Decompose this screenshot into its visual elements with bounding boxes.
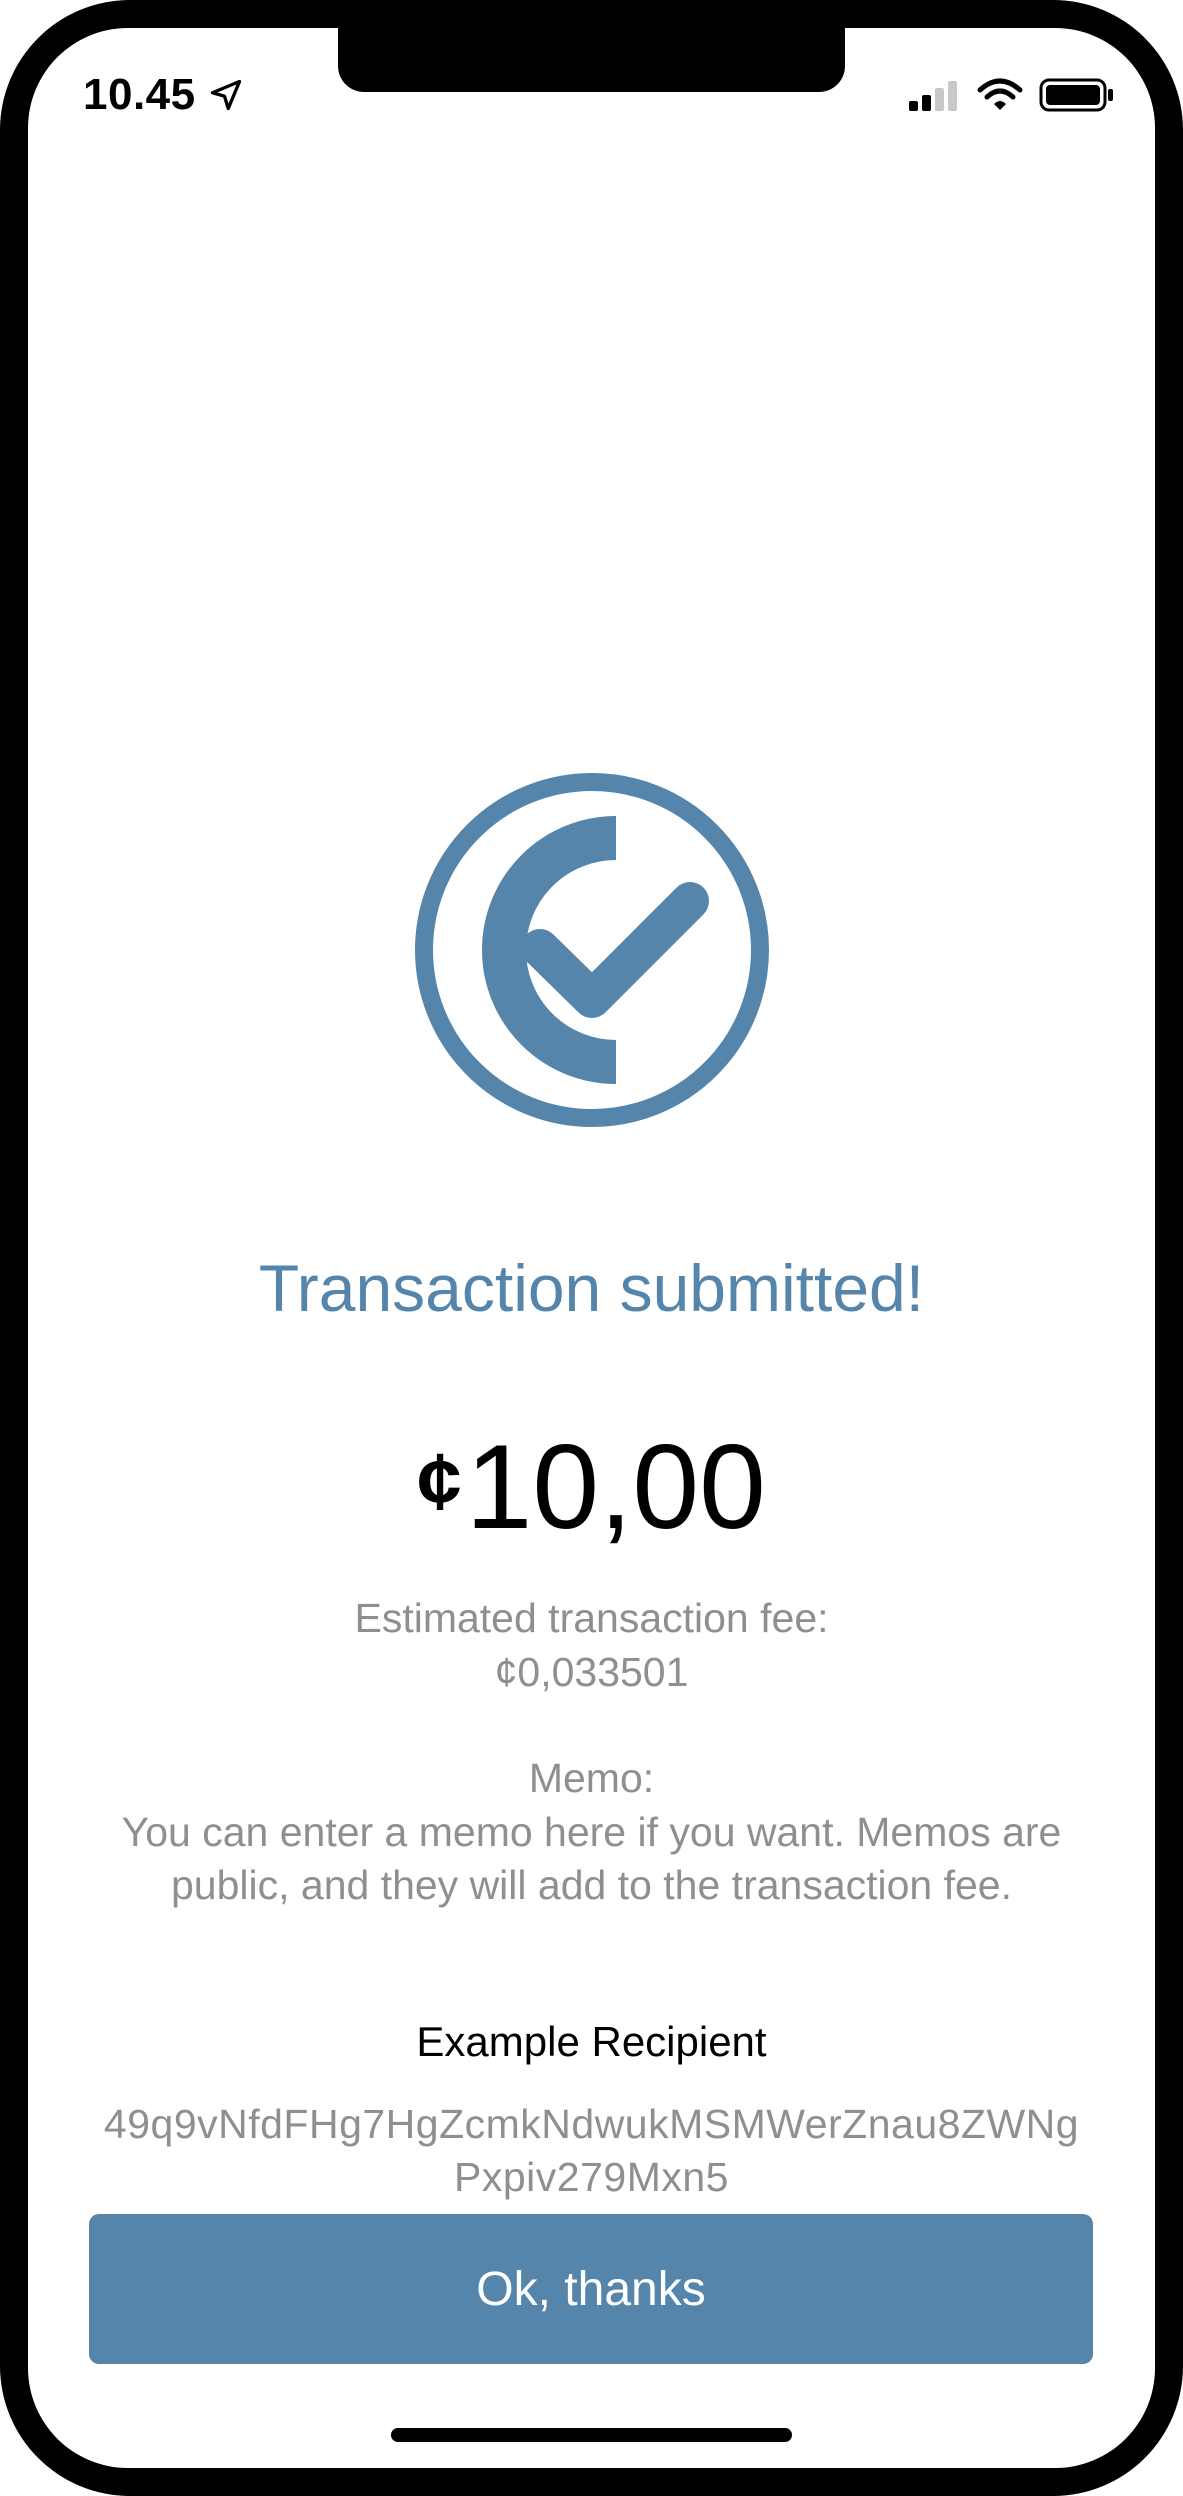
screen: 10.45 Transaction submitted! ¢ 10,00 Est… [28, 28, 1155, 2468]
currency-symbol: ¢ [417, 1437, 462, 1526]
cellular-signal-icon [909, 81, 957, 111]
check-circle-icon [415, 773, 769, 1127]
battery-icon [1039, 78, 1113, 112]
ok-thanks-button[interactable]: Ok, thanks [89, 2214, 1093, 2364]
wifi-icon [977, 78, 1023, 110]
memo-label: Memo: [528, 1755, 655, 1801]
recipient-address: 49q9vNfdFHg7HgZcmkNdwukMSMWerZnau8ZWNgPx… [103, 2101, 1080, 2200]
fee-value: ¢0,033501 [494, 1649, 689, 1695]
fee-label: Estimated transaction fee: [354, 1595, 829, 1641]
status-time-text: 10.45 [83, 70, 196, 119]
device-notch [338, 28, 845, 92]
page-title: Transaction submitted! [258, 1251, 925, 1325]
status-bar-indicators [909, 78, 1115, 112]
status-bar-time: 10.45 [83, 70, 244, 120]
memo-text: You can enter a memo here if you want. M… [121, 1809, 1062, 1908]
amount-value: 10,00 [465, 1420, 766, 1554]
location-arrow-icon [210, 79, 241, 111]
home-indicator[interactable] [391, 2428, 792, 2442]
recipient-name: Example Recipient [416, 2018, 767, 2065]
device-frame: 10.45 Transaction submitted! ¢ 10,00 Est… [0, 0, 1183, 2496]
transaction-amount: ¢ 10,00 [28, 1418, 1155, 1556]
